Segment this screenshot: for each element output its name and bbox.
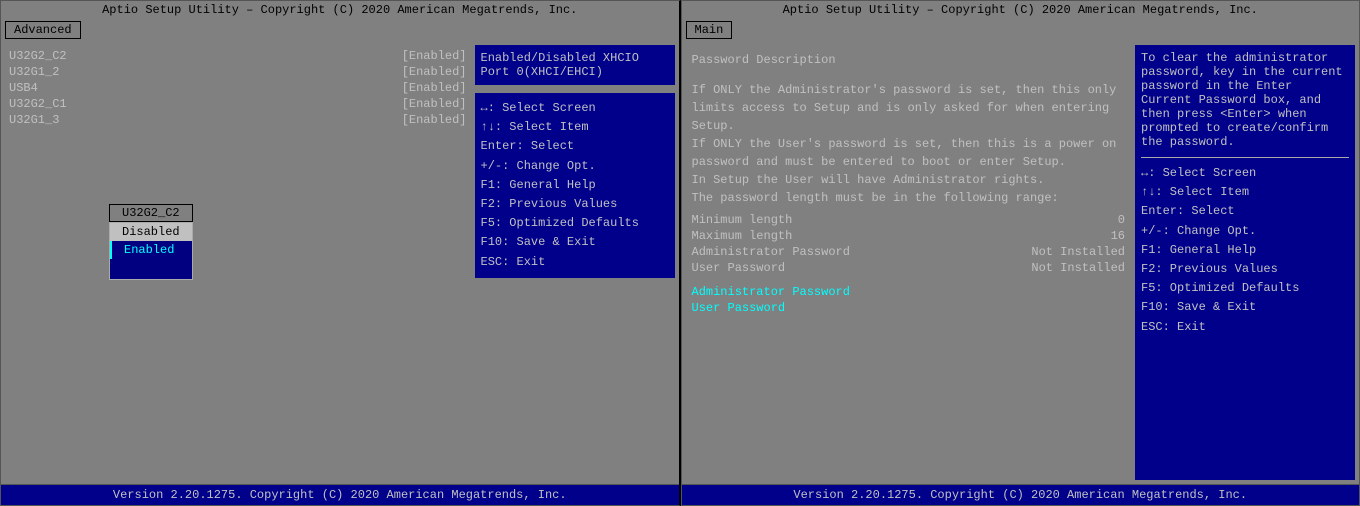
- password-stats: Minimum length0 Maximum length16 Administr…: [692, 213, 1126, 275]
- pw-desc-line-4: Setup.: [692, 117, 1126, 135]
- right-shortcut-4: F1: General Help: [1141, 241, 1349, 260]
- dropdown-option-disabled[interactable]: Disabled: [110, 223, 192, 241]
- right-shortcut-1: ↑↓: Select Item: [1141, 183, 1349, 202]
- dropdown-option-enabled[interactable]: Enabled: [110, 241, 192, 259]
- right-shortcut-8: ESC: Exit: [1141, 318, 1349, 337]
- right-shortcut-3: +/-: Change Opt.: [1141, 222, 1349, 241]
- password-actions: Administrator Password User Password: [692, 285, 1126, 315]
- left-shortcut-4: F1: General Help: [481, 176, 669, 195]
- left-footer: Version 2.20.1275. Copyright (C) 2020 Am…: [1, 484, 679, 505]
- right-footer: Version 2.20.1275. Copyright (C) 2020 Am…: [682, 484, 1360, 505]
- left-shortcut-6: F5: Optimized Defaults: [481, 214, 669, 233]
- left-menu-item-0[interactable]: U32G2_C2[Enabled]: [9, 49, 467, 63]
- right-shortcut-5: F2: Previous Values: [1141, 260, 1349, 279]
- right-shortcut-2: Enter: Select: [1141, 202, 1349, 221]
- left-right-panels: Enabled/Disabled XHCIO Port 0(XHCI/EHCI)…: [475, 45, 675, 480]
- pw-desc-line-5: If ONLY the User's password is set, then…: [692, 135, 1126, 153]
- main-desc-text: To clear the administrator password, key…: [1141, 51, 1349, 149]
- main-left-panel: Password Description If ONLY the Administ…: [686, 45, 1132, 480]
- left-menu-inner: U32G2_C2[Enabled] U32G1_2[Enabled] USB4[En…: [9, 49, 467, 476]
- left-menu-panel: U32G2_C2[Enabled] U32G1_2[Enabled] USB4[En…: [5, 45, 471, 480]
- left-shortcut-8: ESC: Exit: [481, 253, 669, 272]
- right-header-text: Aptio Setup Utility – Copyright (C) 2020…: [783, 3, 1258, 17]
- left-shortcut-7: F10: Save & Exit: [481, 233, 669, 252]
- left-shortcut-2: Enter: Select: [481, 137, 669, 156]
- left-shortcut-3: +/-: Change Opt.: [481, 157, 669, 176]
- pw-desc-line-0: Password Description: [692, 51, 1126, 69]
- left-menu-item-2[interactable]: USB4[Enabled]: [9, 81, 467, 95]
- pw-stat-3: User PasswordNot Installed: [692, 261, 1126, 275]
- left-shortcut-1: ↑↓: Select Item: [481, 118, 669, 137]
- pw-action-0[interactable]: Administrator Password: [692, 285, 1126, 299]
- tab-advanced[interactable]: Advanced: [5, 21, 81, 39]
- left-footer-text: Version 2.20.1275. Copyright (C) 2020 Am…: [113, 488, 567, 502]
- right-footer-text: Version 2.20.1275. Copyright (C) 2020 Am…: [793, 488, 1247, 502]
- left-shortcut-0: ↔: Select Screen: [481, 99, 669, 118]
- left-shortcuts: ↔: Select Screen↑↓: Select ItemEnter: Se…: [481, 99, 669, 272]
- right-content: Password Description If ONLY the Administ…: [682, 41, 1360, 484]
- left-tab-row: Advanced: [1, 19, 679, 41]
- main-right-divider: [1141, 157, 1349, 158]
- tab-main[interactable]: Main: [686, 21, 733, 39]
- pw-desc-line-3: limits access to Setup and is only asked…: [692, 99, 1126, 117]
- dropdown-title: U32G2_C2: [109, 204, 193, 222]
- pw-stat-1: Maximum length16: [692, 229, 1126, 243]
- left-menu-item-1[interactable]: U32G1_2[Enabled]: [9, 65, 467, 79]
- left-menu-item-3[interactable]: U32G2_C1[Enabled]: [9, 97, 467, 111]
- right-shortcut-6: F5: Optimized Defaults: [1141, 279, 1349, 298]
- pw-action-1[interactable]: User Password: [692, 301, 1126, 315]
- left-shortcut-5: F2: Previous Values: [481, 195, 669, 214]
- dropdown-body: Disabled Enabled: [109, 222, 193, 280]
- pw-desc-line-7: In Setup the User will have Administrato…: [692, 171, 1126, 189]
- right-tab-row: Main: [682, 19, 1360, 41]
- left-desc-text: Enabled/Disabled XHCIO Port 0(XHCI/EHCI): [481, 51, 639, 79]
- left-header: Aptio Setup Utility – Copyright (C) 2020…: [1, 1, 679, 19]
- pw-desc-line-8: The password length must be in the follo…: [692, 189, 1126, 207]
- main-screen: Aptio Setup Utility – Copyright (C) 2020…: [681, 0, 1360, 506]
- left-header-text: Aptio Setup Utility – Copyright (C) 2020…: [102, 3, 577, 17]
- pw-desc-line-2: If ONLY the Administrator's password is …: [692, 81, 1126, 99]
- left-shortcuts-panel: ↔: Select Screen↑↓: Select ItemEnter: Se…: [475, 93, 675, 278]
- left-menu-items: U32G2_C2[Enabled] U32G1_2[Enabled] USB4[En…: [9, 49, 467, 127]
- left-desc-panel: Enabled/Disabled XHCIO Port 0(XHCI/EHCI): [475, 45, 675, 85]
- right-shortcuts: ↔: Select Screen↑↓: Select ItemEnter: Se…: [1141, 164, 1349, 337]
- right-shortcut-7: F10: Save & Exit: [1141, 298, 1349, 317]
- pw-stat-2: Administrator PasswordNot Installed: [692, 245, 1126, 259]
- right-header: Aptio Setup Utility – Copyright (C) 2020…: [682, 1, 1360, 19]
- pw-desc-line-1: [692, 69, 1126, 81]
- main-right-panel: To clear the administrator password, key…: [1135, 45, 1355, 480]
- pw-stat-0: Minimum length0: [692, 213, 1126, 227]
- left-menu-item-4[interactable]: U32G1_3[Enabled]: [9, 113, 467, 127]
- dropdown-popup: U32G2_C2 Disabled Enabled: [109, 204, 193, 280]
- left-content: U32G2_C2[Enabled] U32G1_2[Enabled] USB4[En…: [1, 41, 679, 484]
- password-description: Password Description If ONLY the Administ…: [692, 51, 1126, 207]
- right-shortcut-0: ↔: Select Screen: [1141, 164, 1349, 183]
- advanced-screen: Aptio Setup Utility – Copyright (C) 2020…: [0, 0, 681, 506]
- pw-desc-line-6: password and must be entered to boot or …: [692, 153, 1126, 171]
